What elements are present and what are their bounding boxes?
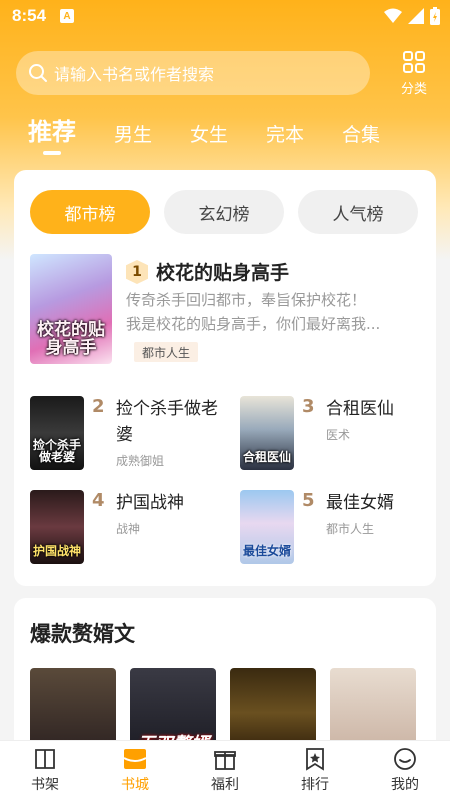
wifi-icon bbox=[384, 8, 402, 23]
category-button[interactable]: 分类 bbox=[392, 50, 436, 97]
son-in-law-section: 爆款赘婿文 无双赘婿 bbox=[14, 598, 436, 758]
tab-completed[interactable]: 完本 bbox=[266, 120, 304, 155]
cover-title: 校花的贴身高手 bbox=[37, 320, 105, 359]
bottom-navigation: 书架 书城 福利 排行 我的 bbox=[0, 740, 450, 800]
book-title: 护国战神 bbox=[116, 493, 184, 513]
book-tag: 成熟御姐 bbox=[116, 454, 165, 468]
book-item[interactable]: 合租医仙 3 合租医仙 医术 bbox=[240, 396, 440, 472]
tab-recommend[interactable]: 推荐 bbox=[28, 112, 76, 155]
rank-tab-popular[interactable]: 人气榜 bbox=[298, 190, 418, 234]
nav-label: 福利 bbox=[211, 777, 239, 793]
nav-label: 排行 bbox=[301, 777, 329, 793]
rank-tab-fantasy[interactable]: 玄幻榜 bbox=[164, 190, 284, 234]
rank-tab-urban[interactable]: 都市榜 bbox=[30, 190, 150, 234]
channel-tabs: 推荐 男生 女生 完本 合集 bbox=[28, 112, 418, 155]
cover-title: 最佳女婿 bbox=[242, 544, 291, 559]
top-book-item[interactable]: 校花的贴身高手 1 校花的贴身高手 传奇杀手回归都市，奉旨保护校花！ 我是校花的… bbox=[30, 254, 422, 366]
book-item[interactable]: 捡个杀手做老婆 2 捡个杀手做老婆 成熟御姐 bbox=[30, 396, 230, 472]
store-icon bbox=[123, 749, 147, 769]
book-cover: 护国战神 bbox=[30, 490, 84, 564]
book-tag: 都市人生 bbox=[326, 522, 375, 536]
nav-label: 我的 bbox=[391, 777, 419, 793]
section-title: 爆款赘婿文 bbox=[30, 622, 135, 646]
rank-badge: 1 bbox=[126, 260, 148, 284]
search-input[interactable]: 请输入书名或作者搜索 bbox=[16, 51, 370, 95]
cover-title: 捡个杀手做老婆 bbox=[32, 437, 81, 465]
book-tag: 医术 bbox=[326, 428, 351, 442]
search-icon bbox=[29, 64, 47, 82]
book-tag: 都市人生 bbox=[134, 342, 199, 362]
book-description: 传奇杀手回归都市，奉旨保护校花！ 我是校花的贴身高手，你们最好离我... bbox=[126, 288, 416, 336]
nav-bookshelf[interactable]: 书架 bbox=[0, 741, 90, 800]
book-tag: 战神 bbox=[116, 522, 141, 536]
grid-icon bbox=[403, 51, 425, 73]
book-item[interactable]: 最佳女婿 5 最佳女婿 都市人生 bbox=[240, 490, 440, 566]
nav-welfare[interactable]: 福利 bbox=[180, 741, 270, 800]
face-icon bbox=[394, 748, 416, 770]
rank-number: 5 bbox=[302, 490, 315, 511]
book-icon bbox=[35, 749, 55, 769]
cover-title: 合租医仙 bbox=[242, 450, 291, 465]
tab-male[interactable]: 男生 bbox=[114, 120, 152, 155]
book-title: 捡个杀手做老婆 bbox=[116, 399, 218, 445]
gift-icon bbox=[214, 751, 236, 770]
search-placeholder: 请输入书名或作者搜索 bbox=[54, 65, 215, 84]
notification-badge-icon: A bbox=[60, 9, 75, 23]
rank-number: 2 bbox=[92, 396, 105, 417]
search-row: 请输入书名或作者搜索 分类 bbox=[16, 50, 436, 97]
book-cover: 捡个杀手做老婆 bbox=[30, 396, 84, 470]
nav-profile[interactable]: 我的 bbox=[360, 741, 450, 800]
status-icons bbox=[384, 7, 440, 25]
cover-title: 护国战神 bbox=[32, 544, 81, 559]
description-line-2: 我是校花的贴身高手，你们最好离我... bbox=[126, 315, 381, 333]
status-time: 8:54 bbox=[12, 6, 47, 25]
category-label: 分类 bbox=[400, 82, 427, 97]
nav-bookstore[interactable]: 书城 bbox=[90, 741, 180, 800]
nav-ranking[interactable]: 排行 bbox=[270, 741, 360, 800]
ranking-card: 都市榜 玄幻榜 人气榜 校花的贴身高手 1 校花的贴身高手 传奇杀手回归都市，奉… bbox=[14, 170, 436, 586]
book-cover: 合租医仙 bbox=[240, 396, 294, 470]
ranking-tabs: 都市榜 玄幻榜 人气榜 bbox=[30, 190, 418, 234]
book-title: 合租医仙 bbox=[326, 399, 394, 419]
signal-icon bbox=[408, 8, 424, 24]
book-title: 校花的贴身高手 bbox=[156, 262, 290, 284]
ranking-bookmark-icon bbox=[306, 748, 324, 771]
book-item[interactable]: 护国战神 4 护国战神 战神 bbox=[30, 490, 230, 566]
status-bar: 8:54 A bbox=[0, 0, 450, 32]
rank-number: 4 bbox=[92, 490, 105, 511]
tab-female[interactable]: 女生 bbox=[190, 120, 228, 155]
nav-label: 书架 bbox=[31, 777, 59, 793]
description-line-1: 传奇杀手回归都市，奉旨保护校花！ bbox=[126, 291, 367, 309]
rank-number: 3 bbox=[302, 396, 315, 417]
battery-icon bbox=[430, 7, 440, 25]
tab-collection[interactable]: 合集 bbox=[342, 120, 380, 155]
book-cover: 最佳女婿 bbox=[240, 490, 294, 564]
book-title: 最佳女婿 bbox=[326, 493, 394, 513]
nav-label: 书城 bbox=[121, 777, 149, 793]
book-cover: 校花的贴身高手 bbox=[30, 254, 112, 364]
